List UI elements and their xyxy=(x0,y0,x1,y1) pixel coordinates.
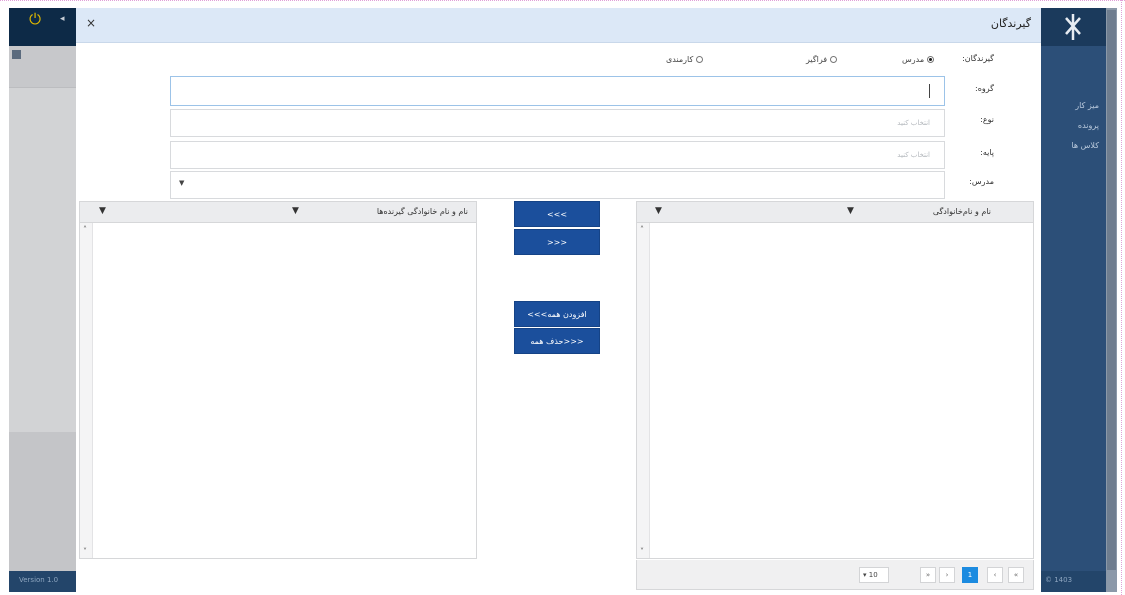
sidebar-item-dashboard[interactable]: میز کار xyxy=(1045,96,1103,116)
close-icon[interactable]: × xyxy=(84,16,98,30)
move-left-button[interactable]: <<< xyxy=(514,229,600,255)
filter-icon[interactable]: ▼ xyxy=(655,206,662,216)
scroll-down-icon[interactable]: ˅ xyxy=(83,547,87,556)
type-label: نوع: xyxy=(980,115,994,124)
radio-employee-label: کارمندی xyxy=(666,55,694,64)
radio-unchecked-icon[interactable] xyxy=(830,56,838,63)
add-all-button[interactable]: افزودن همه>>> xyxy=(514,301,600,327)
filter-icon[interactable]: ▼ xyxy=(847,206,854,216)
remove-all-button[interactable]: <<<حذف همه xyxy=(514,328,600,354)
pager-current-page[interactable]: 1 xyxy=(962,567,978,583)
grid-scrollbar[interactable]: ˄ ˅ xyxy=(637,223,650,558)
scroll-up-icon[interactable]: ˄ xyxy=(640,225,644,234)
sidebar-item-file[interactable]: پرونده xyxy=(1045,116,1103,136)
column-header-name[interactable]: نام و نام‌خانوادگی xyxy=(933,207,991,216)
school-select[interactable]: ▼ xyxy=(170,171,945,199)
radio-student[interactable]: فراگیر xyxy=(806,55,838,64)
grid-header: ▼ ▼ نام و نام‌خانوادگی xyxy=(637,202,1033,223)
chevron-down-icon[interactable]: ▼ xyxy=(179,179,184,187)
chevron-down-icon: ▾ xyxy=(863,571,867,579)
grade-placeholder: انتخاب کنید xyxy=(897,151,930,159)
radio-teacher-label: مدرس xyxy=(902,55,925,64)
dialog-title: گیرندگان xyxy=(990,17,1031,30)
grid-header: ▼ ▼ نام و نام خانوادگی گیرنده‌ها xyxy=(80,202,476,223)
group-input[interactable] xyxy=(170,76,945,106)
grade-select[interactable]: انتخاب کنید xyxy=(170,141,945,169)
radio-checked-icon[interactable] xyxy=(927,56,935,63)
pager-next-button[interactable]: › xyxy=(939,567,955,583)
left-panel-lower xyxy=(9,432,76,571)
menu-toggle-icon[interactable] xyxy=(12,50,21,59)
radio-employee[interactable]: کارمندی xyxy=(666,55,704,64)
available-people-grid: ▼ ▼ نام و نام‌خانوادگی ˄ ˅ xyxy=(636,201,1034,559)
grid-scrollbar[interactable]: ˄ ˅ xyxy=(80,223,93,558)
text-caret xyxy=(929,84,930,98)
dialog-header: گیرندگان × xyxy=(76,8,1041,43)
pager-last-button[interactable]: » xyxy=(920,567,936,583)
radio-teacher[interactable]: مدرس xyxy=(902,55,935,64)
power-icon[interactable]: ⏻ xyxy=(26,10,44,28)
grade-label: پایه: xyxy=(980,148,994,157)
pager: ▾ 10 » › 1 ‹ « xyxy=(636,560,1034,590)
group-label: گروه: xyxy=(975,84,994,93)
type-select[interactable]: انتخاب کنید xyxy=(170,109,945,137)
filter-icon[interactable]: ▼ xyxy=(99,206,106,216)
page-edge-right xyxy=(1121,0,1122,595)
pager-first-button[interactable]: « xyxy=(1008,567,1024,583)
move-right-button[interactable]: >>> xyxy=(514,201,600,227)
radio-unchecked-icon[interactable] xyxy=(696,56,704,63)
logo-icon xyxy=(1065,14,1081,40)
page-size-value: 10 xyxy=(868,571,878,579)
filter-icon[interactable]: ▼ xyxy=(292,206,299,216)
type-placeholder: انتخاب کنید xyxy=(897,119,930,127)
column-header-name[interactable]: نام و نام خانوادگی گیرنده‌ها xyxy=(377,207,468,216)
footer-version: Version 1.0 xyxy=(19,576,59,584)
pager-prev-button[interactable]: ‹ xyxy=(987,567,1003,583)
sidebar-nav: میز کار پرونده کلاس ها xyxy=(1045,96,1103,156)
page-size-select[interactable]: ▾ 10 xyxy=(859,567,889,583)
scroll-up-icon[interactable]: ˄ xyxy=(83,225,87,234)
chevron-left-icon[interactable]: ◂ xyxy=(60,14,65,24)
recipients-dialog: گیرندگان × گیرندگان: مدرس فراگیر کارمندی… xyxy=(76,8,1041,592)
sidebar-item-classes[interactable]: کلاس ها xyxy=(1045,136,1103,156)
selected-recipients-grid: ▼ ▼ نام و نام خانوادگی گیرنده‌ها ˄ ˅ xyxy=(79,201,477,559)
page-scrollbar-thumb[interactable] xyxy=(1107,10,1116,570)
scroll-down-icon[interactable]: ˅ xyxy=(640,547,644,556)
audience-label: گیرندگان: xyxy=(962,54,994,63)
school-label: مدرس: xyxy=(969,177,994,186)
footer-copyright: © 1403 xyxy=(1045,576,1073,584)
radio-student-label: فراگیر xyxy=(806,55,828,64)
page-edge-top xyxy=(0,0,1125,1)
